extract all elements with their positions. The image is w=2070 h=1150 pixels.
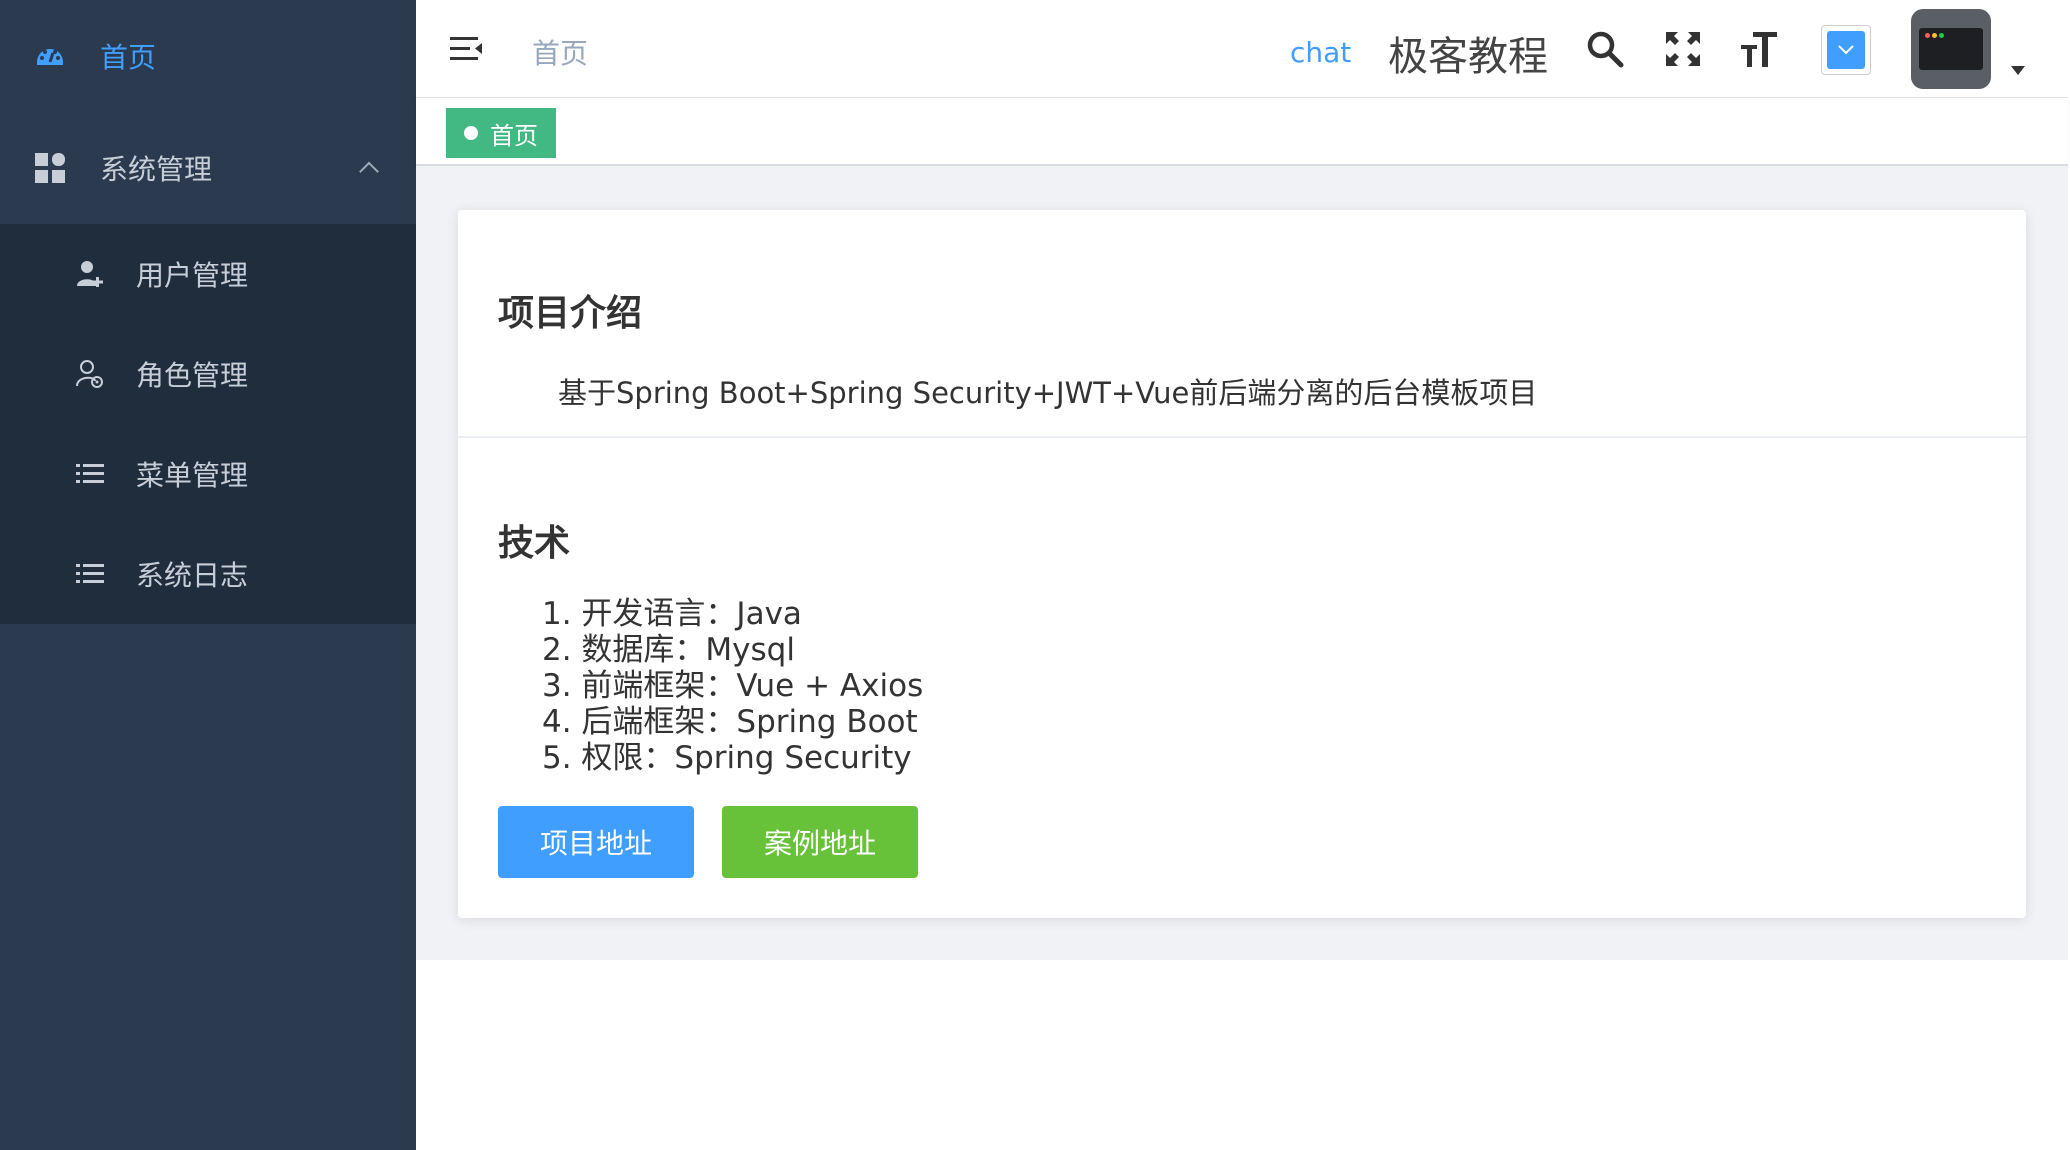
sidebar: 首页 系统管理 用户管理 角色管理 菜单管理 系统日志 [0,0,416,1150]
chat-link[interactable]: chat [1290,36,1351,69]
tech-list: 1. 开发语言：Java 2. 数据库：Mysql 3. 前端框架：Vue + … [542,596,923,776]
terminal-icon [1919,28,1983,70]
app-main: 项目介绍 基于Spring Boot+Spring Security+JWT+V… [416,166,2068,960]
tech-title: 技术 [498,523,571,564]
sidebar-submenu-system[interactable]: 系统管理 [0,112,416,224]
breadcrumb: 首页 [532,37,589,70]
dashboard-icon [34,40,66,72]
list-icon [74,458,106,490]
tag-home[interactable]: 首页 [446,108,556,158]
active-dot-icon [464,126,478,140]
sidebar-item-menus[interactable]: 菜单管理 [0,424,416,524]
hamburger-icon[interactable] [450,32,484,66]
sidebar-item-roles-label: 角色管理 [136,359,249,392]
sidebar-item-menus-label: 菜单管理 [136,459,249,492]
list-item: 1. 开发语言：Java [542,596,802,632]
search-icon[interactable] [1584,28,1626,70]
sidebar-item-roles[interactable]: 角色管理 [0,324,416,424]
tag-home-label: 首页 [490,121,538,150]
blank-area [416,960,2068,1150]
list-item: 5. 权限：Spring Security [542,740,912,776]
chevron-up-icon [359,161,379,182]
sidebar-item-logs-label: 系统日志 [136,559,249,592]
list-item: 3. 前端框架：Vue + Axios [542,668,924,704]
brand-link[interactable]: 极客教程 [1388,24,1548,82]
tags-view: 首页 [416,98,2068,166]
font-size-icon[interactable] [1738,28,1780,70]
role-icon [74,358,106,390]
avatar[interactable] [1911,9,1991,89]
sidebar-item-home[interactable]: 首页 [0,0,416,112]
grid-icon [34,152,66,184]
sidebar-item-logs[interactable]: 系统日志 [0,524,416,624]
sidebar-item-users[interactable]: 用户管理 [0,224,416,324]
intro-card: 项目介绍 基于Spring Boot+Spring Security+JWT+V… [458,210,2026,918]
fullscreen-icon[interactable] [1662,28,1704,70]
caret-down-icon[interactable] [2011,66,2025,75]
sidebar-submenu-list: 用户管理 角色管理 菜单管理 系统日志 [0,224,416,624]
user-add-icon [74,258,106,290]
sidebar-item-users-label: 用户管理 [136,259,249,292]
list-item: 2. 数据库：Mysql [542,632,795,668]
project-address-button[interactable]: 项目地址 [498,806,694,878]
intro-title: 项目介绍 [498,293,643,334]
theme-picker[interactable] [1821,25,1871,75]
demo-address-button[interactable]: 案例地址 [722,806,918,878]
top-navbar: 首页 chat 极客教程 [416,0,2068,98]
sidebar-submenu-system-label: 系统管理 [100,153,213,186]
list-item: 4. 后端框架：Spring Boot [542,704,918,740]
chevron-down-icon [1827,31,1865,69]
sidebar-item-home-label: 首页 [100,41,157,74]
list-icon [74,558,106,590]
intro-text: 基于Spring Boot+Spring Security+JWT+Vue前后端… [558,376,1538,410]
